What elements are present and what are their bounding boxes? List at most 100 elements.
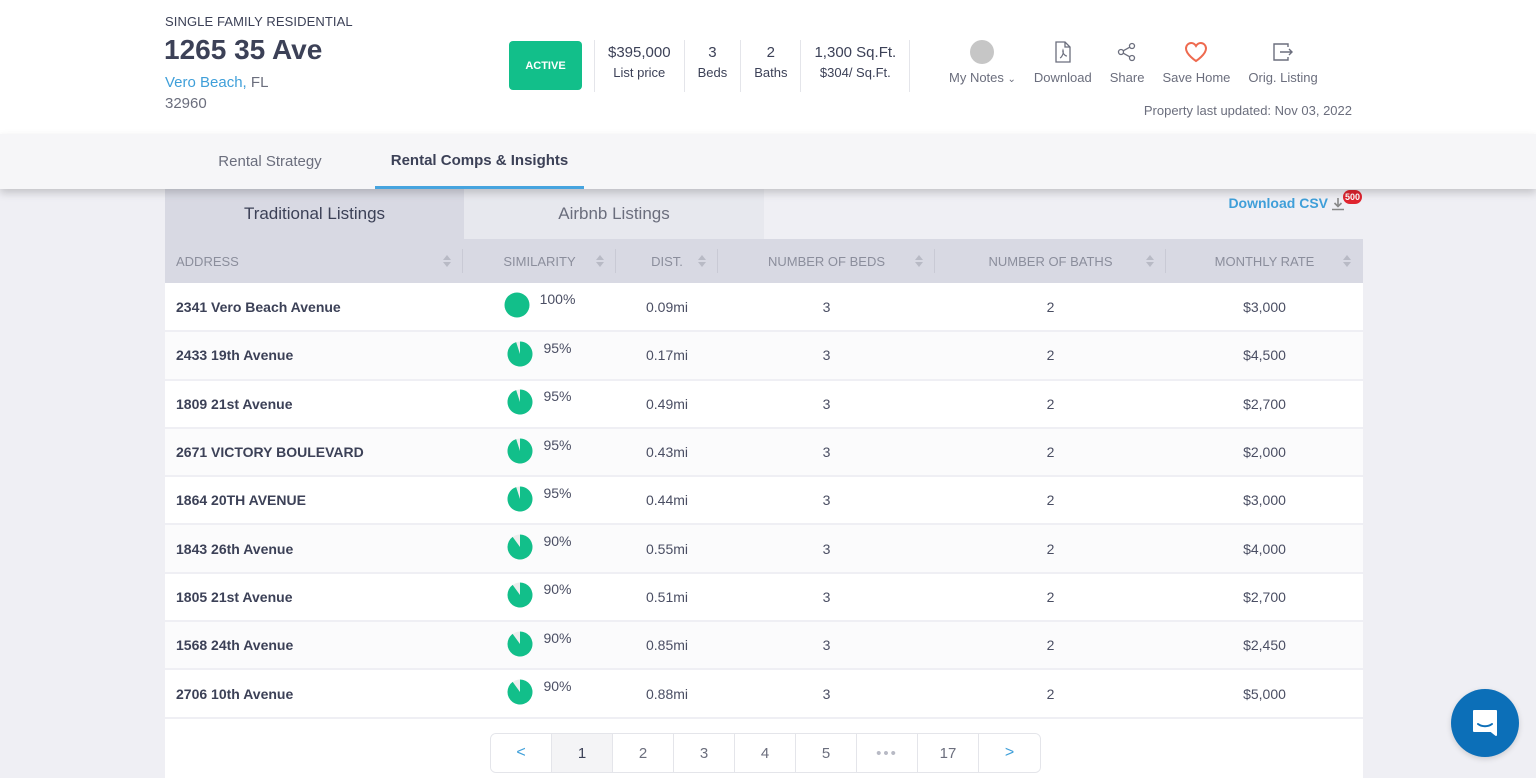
stat-value: 3 [708, 44, 717, 61]
city-link[interactable]: Vero Beach, [165, 74, 247, 91]
cell-address: 1809 21st Avenue [176, 395, 293, 412]
rental-comps-table: ADDRESS SIMILARITY DIST. NUMBER OF BEDS … [165, 239, 1363, 719]
download-csv-label: Download CSV [1228, 195, 1328, 211]
table-row[interactable]: 2671 VICTORY BOULEVARD 95% 0.43mi 3 2 $2,000 [165, 427, 1363, 477]
pagination: <1 2 3 4 5 ••• 17 > [490, 733, 1041, 773]
similarity-pie-icon [507, 341, 533, 367]
sort-icon[interactable] [698, 255, 706, 267]
share-icon [1113, 38, 1141, 66]
cell-monthly-rate: $3,000 [1243, 298, 1286, 315]
download-label: Download [1033, 70, 1092, 85]
zip-code: 32960 [165, 95, 207, 112]
cell-baths: 2 [1046, 444, 1055, 461]
download-csv-button[interactable]: Download CSV 500 [1228, 190, 1363, 213]
pie-fill [507, 631, 533, 657]
share-button[interactable]: Share [1101, 38, 1154, 85]
page-button-3[interactable]: 3 [674, 734, 735, 772]
column-header-baths[interactable]: NUMBER OF BATHS [935, 239, 1166, 283]
column-header-monthly-rate[interactable]: MONTHLY RATE [1166, 239, 1363, 283]
sort-icon[interactable] [915, 255, 923, 267]
cell-address: 2706 10th Avenue [176, 685, 294, 702]
next-page-button[interactable]: > [979, 734, 1040, 772]
cell-beds: 3 [822, 637, 831, 654]
sort-icon[interactable] [1343, 255, 1351, 267]
column-header-distance[interactable]: DIST. [616, 239, 718, 283]
cell-distance: 0.85mi [645, 637, 689, 654]
notes-dot-icon [970, 40, 995, 64]
table-row[interactable]: 1843 26th Avenue 90% 0.55mi 3 2 $4,000 [165, 524, 1363, 573]
tab-rental-strategy[interactable]: Rental Strategy [196, 134, 344, 189]
tab-traditional-listings[interactable]: Traditional Listings [165, 189, 464, 239]
cell-distance: 0.44mi [645, 492, 689, 509]
stat-sqft: 1,300 Sq.Ft. $304/ Sq.Ft. [800, 40, 911, 92]
column-label: NUMBER OF BATHS [988, 253, 1113, 269]
table-row[interactable]: 1568 24th Avenue 90% 0.85mi 3 2 $2,450 [165, 621, 1363, 670]
page-button-4[interactable]: 4 [735, 734, 796, 772]
cell-distance: 0.51mi [645, 588, 689, 605]
cell-beds: 3 [822, 540, 831, 557]
csv-limit-badge: 500 [1343, 190, 1363, 204]
table-row[interactable]: 2341 Vero Beach Avenue 100% 0.09mi 3 2 $3,000 [165, 283, 1363, 332]
cell-baths: 2 [1046, 492, 1055, 509]
page-button-17[interactable]: 17 [918, 734, 979, 772]
pie-fill [504, 292, 530, 318]
cell-similarity: 90% [463, 573, 616, 621]
original-listing-label: Orig. Listing [1248, 70, 1318, 85]
cell-monthly-rate: $2,000 [1243, 444, 1286, 461]
cell-monthly-rate: $2,700 [1243, 395, 1286, 412]
column-header-address[interactable]: ADDRESS [165, 239, 463, 283]
chat-icon [1473, 710, 1497, 736]
cell-baths: 2 [1046, 395, 1055, 412]
chat-launcher-button[interactable] [1451, 689, 1519, 757]
listing-type-tabs: Traditional Listings Airbnb Listings Dow… [165, 189, 1363, 239]
status-badge: ACTIVE [509, 41, 582, 90]
previous-page-button[interactable]: < [491, 734, 552, 772]
page-button-1[interactable]: 1 [552, 734, 613, 772]
sort-icon[interactable] [1146, 255, 1154, 267]
table-row[interactable]: 2706 10th Avenue 90% 0.88mi 3 2 $5,000 [165, 669, 1363, 718]
page-ellipsis[interactable]: ••• [857, 734, 918, 772]
column-header-similarity[interactable]: SIMILARITY [463, 239, 616, 283]
stat-beds: 3 Beds [683, 40, 741, 92]
cell-baths: 2 [1046, 347, 1055, 364]
column-label: MONTHLY RATE [1214, 253, 1315, 269]
tab-rental-comps[interactable]: Rental Comps & Insights [375, 134, 584, 189]
tab-airbnb-listings[interactable]: Airbnb Listings [464, 189, 764, 239]
save-home-button[interactable]: Save Home [1153, 38, 1239, 85]
column-label: DIST. [651, 253, 683, 269]
cell-address: 2341 Vero Beach Avenue [176, 298, 341, 315]
similarity-pie-icon [507, 389, 533, 415]
cell-beds: 3 [822, 492, 831, 509]
cell-address: 1864 20TH AVENUE [176, 492, 306, 509]
my-notes-button[interactable]: My Notes ⌄ [940, 38, 1025, 85]
property-header: SINGLE FAMILY RESIDENTIAL 1265 35 Ave Ve… [0, 0, 1536, 134]
pdf-file-icon [1049, 38, 1077, 66]
chevron-down-icon: ⌄ [1007, 74, 1016, 85]
stat-baths: 2 Baths [740, 40, 800, 92]
similarity-value: 90% [543, 678, 572, 695]
column-header-beds[interactable]: NUMBER OF BEDS [718, 239, 935, 283]
cell-monthly-rate: $2,700 [1243, 588, 1286, 605]
table-row[interactable]: 1809 21st Avenue 95% 0.49mi 3 2 $2,700 [165, 379, 1363, 428]
similarity-pie-icon [507, 631, 533, 657]
page-button-2[interactable]: 2 [613, 734, 674, 772]
sort-icon[interactable] [596, 255, 604, 267]
property-type: SINGLE FAMILY RESIDENTIAL [165, 14, 353, 29]
heart-icon [1182, 38, 1210, 66]
cell-baths: 2 [1046, 540, 1055, 557]
sort-icon[interactable] [443, 255, 451, 267]
my-notes-label: My Notes [949, 70, 1004, 85]
stat-label: List price [613, 65, 666, 80]
cell-similarity: 100% [463, 283, 616, 331]
stat-list-price: $395,000 List price [594, 40, 684, 92]
state: FL [250, 74, 269, 91]
table-row[interactable]: 1805 21st Avenue 90% 0.51mi 3 2 $2,700 [165, 572, 1363, 622]
table-row[interactable]: 2433 19th Avenue 95% 0.17mi 3 2 $4,500 [165, 331, 1363, 380]
download-icon: 500 [1331, 190, 1363, 213]
stat-label: Beds [697, 65, 728, 80]
table-row[interactable]: 1864 20TH AVENUE 95% 0.44mi 3 2 $3,000 [165, 476, 1363, 525]
cell-distance: 0.09mi [645, 298, 689, 315]
original-listing-button[interactable]: Orig. Listing [1239, 38, 1326, 85]
download-button[interactable]: Download [1025, 38, 1101, 85]
page-button-5[interactable]: 5 [796, 734, 857, 772]
